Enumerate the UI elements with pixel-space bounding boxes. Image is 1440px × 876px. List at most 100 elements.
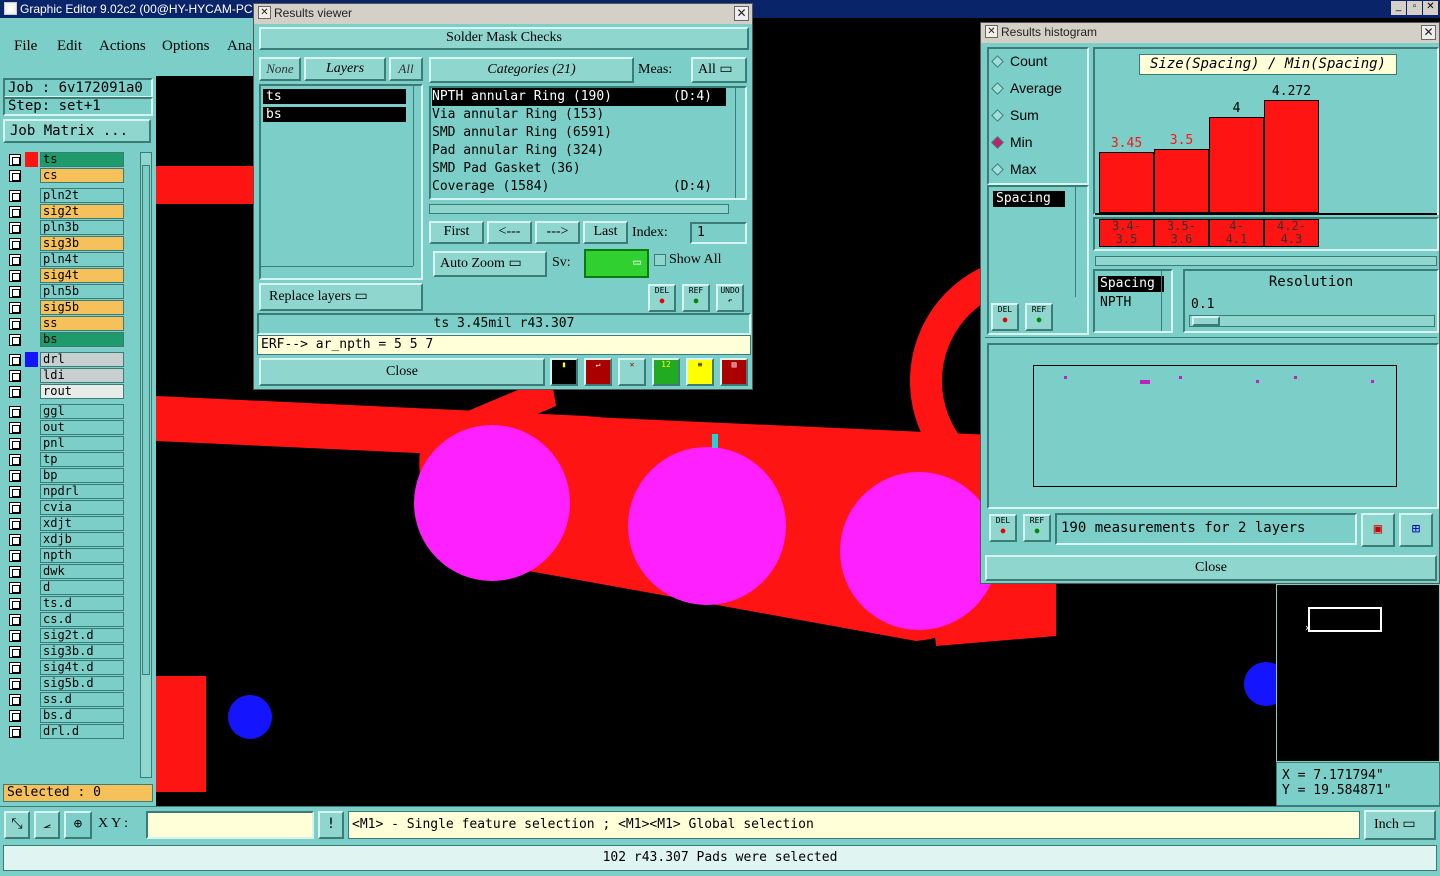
layer-name[interactable]: rout bbox=[40, 384, 124, 399]
last-button[interactable]: Last bbox=[583, 221, 628, 244]
list2-npth[interactable]: NPTH bbox=[1098, 295, 1164, 311]
layer-name[interactable]: cs.d bbox=[40, 612, 124, 627]
layer-name[interactable]: ggl bbox=[40, 404, 124, 419]
close-app-button[interactable]: ✕ bbox=[1423, 1, 1438, 15]
layer-row[interactable]: xdjt bbox=[6, 516, 124, 531]
layer-selection-list[interactable]: ts bs bbox=[259, 84, 423, 280]
layer-row[interactable]: drl bbox=[6, 352, 124, 367]
categories-hscroll[interactable] bbox=[429, 204, 729, 214]
layer-name[interactable]: drl bbox=[40, 352, 124, 367]
histogram-hscroll[interactable] bbox=[1095, 256, 1437, 266]
layer-name[interactable]: sig3b.d bbox=[40, 644, 124, 659]
layer-row[interactable]: cs.d bbox=[6, 612, 124, 627]
layer-name[interactable]: npth bbox=[40, 548, 124, 563]
del-icon[interactable]: DEL ● bbox=[648, 284, 676, 312]
results-viewer-close-icon[interactable]: ✕ bbox=[734, 6, 749, 21]
histogram-del-icon[interactable]: DEL ● bbox=[991, 303, 1019, 331]
layer-checkbox[interactable] bbox=[9, 222, 21, 234]
layer-checkbox[interactable] bbox=[9, 406, 21, 418]
histogram-icon[interactable]: ▥ bbox=[720, 358, 748, 386]
layer-row[interactable]: sig4t.d bbox=[6, 660, 124, 675]
categories-button[interactable]: Categories (21) bbox=[429, 57, 634, 83]
layer-name[interactable]: sig4t bbox=[40, 268, 124, 283]
zoom-in-icon[interactable]: ⊞ bbox=[1399, 513, 1433, 547]
layer-item-ts[interactable]: ts bbox=[263, 89, 406, 104]
layer-row[interactable]: sig3b.d bbox=[6, 644, 124, 659]
layer-checkbox[interactable] bbox=[9, 190, 21, 202]
layer-row[interactable]: ts bbox=[6, 152, 124, 167]
layer-name[interactable]: pln4t bbox=[40, 252, 124, 267]
histogram-bar[interactable] bbox=[1209, 117, 1264, 213]
layer-item-bs[interactable]: bs bbox=[263, 107, 406, 122]
copper-rect-bottom[interactable] bbox=[156, 676, 206, 792]
histogram-ref-icon[interactable]: REF ● bbox=[1025, 303, 1053, 331]
menu-edit[interactable]: Edit bbox=[57, 38, 82, 55]
layer-name[interactable]: d bbox=[40, 580, 124, 595]
layer-checkbox[interactable] bbox=[9, 726, 21, 738]
mode-radio-min[interactable]: Min bbox=[991, 134, 1033, 150]
ref-cancel-icon[interactable]: ✕ bbox=[618, 358, 646, 386]
layer-list-hscroll[interactable] bbox=[261, 266, 413, 278]
measurement-marker[interactable] bbox=[712, 434, 718, 448]
layer-checkbox[interactable] bbox=[9, 518, 21, 530]
layer-name[interactable]: sig4t.d bbox=[40, 660, 124, 675]
layer-name[interactable]: pln3b bbox=[40, 220, 124, 235]
category-item[interactable]: Coverage (1584) (D:4) bbox=[432, 178, 726, 196]
layer-checkbox[interactable] bbox=[9, 334, 21, 346]
bottom-del-icon[interactable]: DEL ● bbox=[989, 514, 1017, 542]
layer-checkbox[interactable] bbox=[9, 582, 21, 594]
layer-name[interactable]: ldi bbox=[40, 368, 124, 383]
histogram-bar[interactable] bbox=[1099, 152, 1154, 213]
btn-layers[interactable]: Layers bbox=[304, 57, 386, 81]
layer-name[interactable]: pln2t bbox=[40, 188, 124, 203]
layer-name[interactable]: out bbox=[40, 420, 124, 435]
severity-select[interactable]: ▭ bbox=[584, 249, 649, 278]
undo-icon[interactable]: UNDO ↶ bbox=[716, 284, 744, 312]
layer-checkbox[interactable] bbox=[9, 254, 21, 266]
layer-checkbox[interactable] bbox=[9, 662, 21, 674]
layer-name[interactable]: bs.d bbox=[40, 708, 124, 723]
layer-name[interactable]: sig5b bbox=[40, 300, 124, 315]
layer-name[interactable]: bp bbox=[40, 468, 124, 483]
menu-options[interactable]: Options bbox=[162, 38, 210, 55]
measure-tool-icon[interactable]: ⦟ bbox=[34, 811, 60, 839]
layer-checkbox[interactable] bbox=[9, 694, 21, 706]
layer-row[interactable]: tp bbox=[6, 452, 124, 467]
mode-radio-sum[interactable]: Sum bbox=[991, 107, 1039, 123]
layer-row[interactable]: bs.d bbox=[6, 708, 124, 723]
units-select[interactable]: Inch ▭ bbox=[1364, 810, 1436, 840]
layer-row[interactable]: ss.d bbox=[6, 692, 124, 707]
layer-checkbox[interactable] bbox=[9, 454, 21, 466]
report-icon[interactable]: ▮ bbox=[550, 358, 578, 386]
list2-spacing[interactable]: Spacing bbox=[1098, 276, 1164, 292]
layer-row[interactable]: pln4t bbox=[6, 252, 124, 267]
overview-viewport[interactable] bbox=[1308, 607, 1382, 632]
layer-row[interactable]: xdjb bbox=[6, 532, 124, 547]
layer-checkbox[interactable] bbox=[9, 422, 21, 434]
layer-row[interactable]: ggl bbox=[6, 404, 124, 419]
prev-button[interactable]: <--- bbox=[487, 221, 532, 244]
layer-checkbox[interactable] bbox=[9, 646, 21, 658]
layer-checkbox[interactable] bbox=[9, 486, 21, 498]
layer-row[interactable]: ldi bbox=[6, 368, 124, 383]
layer-checkbox[interactable] bbox=[9, 154, 21, 166]
layer-row[interactable]: sig5b.d bbox=[6, 676, 124, 691]
layer-checkbox[interactable] bbox=[9, 470, 21, 482]
layer-row[interactable]: cs bbox=[6, 168, 124, 183]
bottom-ref-icon[interactable]: REF ● bbox=[1023, 514, 1051, 542]
category-item[interactable]: Via annular Ring (153) bbox=[432, 106, 726, 124]
layer-list-scrollbar[interactable] bbox=[140, 152, 152, 778]
meas-select[interactable]: All ▭ bbox=[691, 57, 747, 83]
layer-checkbox[interactable] bbox=[9, 206, 21, 218]
layer-name[interactable]: xdjt bbox=[40, 516, 124, 531]
drill-hole-2[interactable] bbox=[1244, 662, 1280, 706]
zoom-fit-icon[interactable]: ▣ bbox=[1361, 513, 1395, 547]
btn-none[interactable]: None bbox=[259, 57, 301, 81]
layer-row[interactable]: d bbox=[6, 580, 124, 595]
layer-row[interactable]: sig3b bbox=[6, 236, 124, 251]
layer-checkbox[interactable] bbox=[9, 550, 21, 562]
layer-name[interactable]: sig2t bbox=[40, 204, 124, 219]
layer-row[interactable]: bs bbox=[6, 332, 124, 347]
mode-radio-max[interactable]: Max bbox=[991, 161, 1036, 177]
first-button[interactable]: First bbox=[429, 221, 484, 244]
